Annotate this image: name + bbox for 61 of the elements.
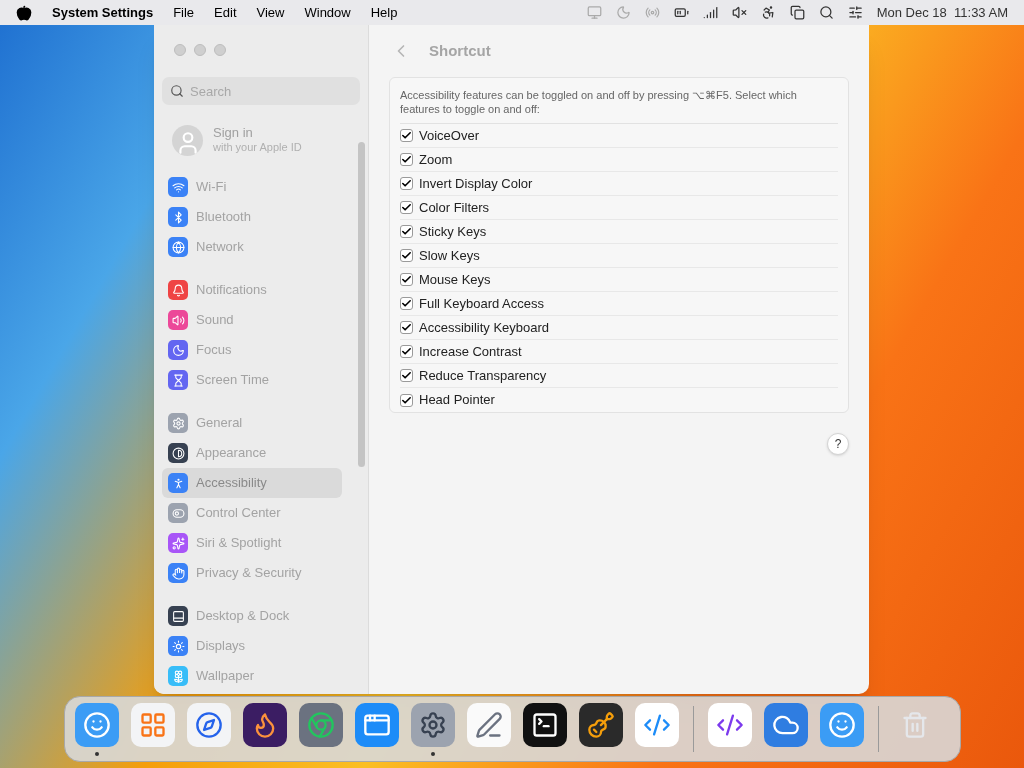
control-center-icon[interactable] [847,5,863,20]
feature-checkbox[interactable]: Slow Keys [400,244,838,268]
menu-item[interactable]: Help [370,2,398,23]
accessibility-icon[interactable] [760,5,776,20]
smiley-face-icon [828,710,856,739]
app-menu[interactable]: System Settings [52,2,154,23]
menu-item[interactable]: Window [304,2,351,23]
grid-icon [139,710,167,739]
feature-checkbox[interactable]: Accessibility Keyboard [400,316,838,340]
checkbox[interactable] [400,393,413,407]
checkbox[interactable] [400,177,413,190]
feature-checkbox[interactable]: Mouse Keys [400,268,838,292]
checkbox[interactable] [400,225,413,238]
mute-icon[interactable] [731,5,747,20]
terminal-icon [531,710,559,739]
dock-app-icon[interactable] [523,702,567,747]
search-icon [170,84,184,98]
menu-item[interactable]: View [256,2,285,23]
feature-checkbox[interactable]: Head Pointer [400,388,838,412]
search-icon[interactable] [818,5,834,20]
search-field[interactable]: Search [162,77,360,105]
menu-item[interactable]: File [173,2,195,23]
account-subtitle: with your Apple ID [213,140,302,155]
checkbox[interactable] [400,249,413,262]
dock-app-icon[interactable] [579,702,623,747]
feature-checkbox[interactable]: VoiceOver [400,124,838,148]
feature-checkbox[interactable]: Zoom [400,148,838,172]
avatar [172,124,203,156]
gear-icon [419,710,447,739]
compass-icon [195,710,223,739]
checkbox[interactable] [400,345,413,358]
checkbox[interactable] [400,153,413,166]
feature-checkbox[interactable]: Sticky Keys [400,220,838,244]
page-title: Shortcut [429,40,491,61]
feature-checkbox[interactable]: Color Filters [400,196,838,220]
checkbox[interactable] [400,273,413,286]
windows-icon[interactable] [789,5,805,20]
checkbox[interactable] [400,129,413,142]
menu-item[interactable]: Edit [214,2,237,23]
dock-app-icon[interactable] [243,702,287,747]
trash-icon [901,710,929,739]
checkbox[interactable] [400,369,413,382]
help-button[interactable]: ? [827,433,849,455]
feature-checkbox[interactable]: Increase Contrast [400,340,838,364]
battery-icon[interactable] [673,5,689,20]
scrollbar[interactable] [358,142,365,467]
guitar-icon [587,710,615,739]
feature-checkbox[interactable]: Full Keyboard Access [400,292,838,316]
feature-checkbox[interactable]: Invert Display Color [400,172,838,196]
smiley-face-icon [83,710,111,739]
feature-checkbox[interactable]: Reduce Transparency [400,364,838,388]
account-title: Sign in [213,125,254,140]
checkbox[interactable] [400,321,413,334]
dock-app-icon[interactable] [411,702,455,747]
description: Accessibility features can be toggled on and off by pressing ⌥⌘F5. Select which features to toggle on and off: [400,78,838,124]
notepad-icon [475,710,503,739]
apple-logo-icon[interactable] [16,4,32,21]
signal-icon[interactable] [702,5,718,20]
clock[interactable]: Mon Dec 18 11:33 AM [876,2,1008,23]
checkbox[interactable] [400,297,413,310]
checkbox[interactable] [400,201,413,214]
